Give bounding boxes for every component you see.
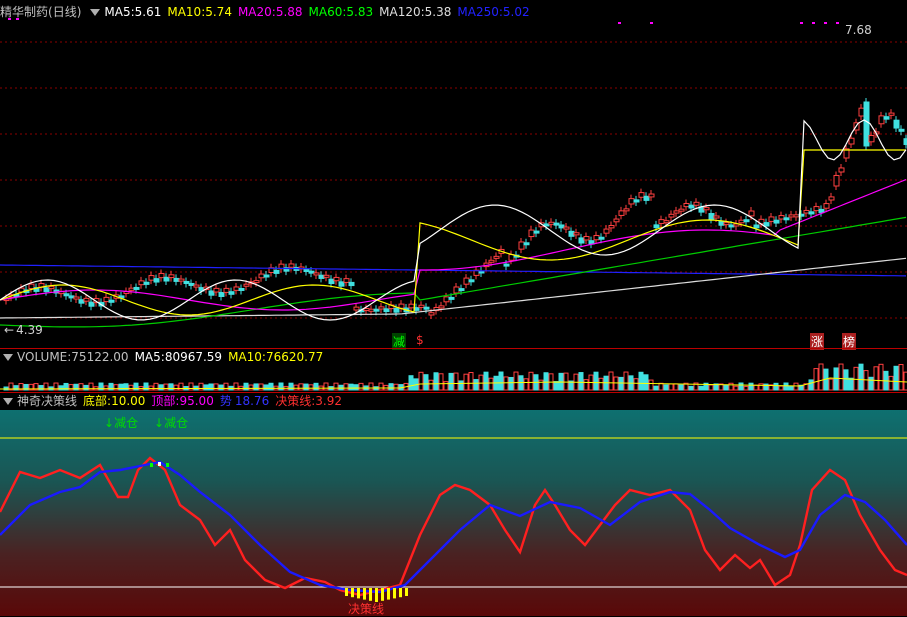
bottom-bar (369, 588, 372, 601)
signal-tick (166, 463, 169, 467)
bottom-marker-label: 决策线 (348, 602, 385, 616)
bottom-bar (381, 588, 384, 601)
reduce-label: 减仓 (164, 416, 189, 430)
signal-tick (158, 462, 161, 466)
reduce-marker-1: ↓减仓 (104, 414, 138, 431)
bottom-bar (387, 588, 390, 600)
reduce-marker-2: ↓减仓 (154, 414, 188, 431)
bottom-bar (393, 588, 396, 599)
arrow-down-icon: ↓ (104, 416, 115, 430)
indicator-background (0, 410, 907, 616)
bottom-bar (357, 588, 360, 599)
bottom-bar (345, 588, 348, 596)
bottom-bar (405, 588, 408, 596)
bottom-bar (363, 588, 366, 600)
bottom-bar (399, 588, 402, 598)
indicator-chart[interactable] (0, 0, 907, 616)
arrow-down-icon: ↓ (154, 416, 165, 430)
bottom-bar (351, 588, 354, 598)
signal-tick (150, 463, 153, 467)
reduce-label: 减仓 (114, 416, 139, 430)
